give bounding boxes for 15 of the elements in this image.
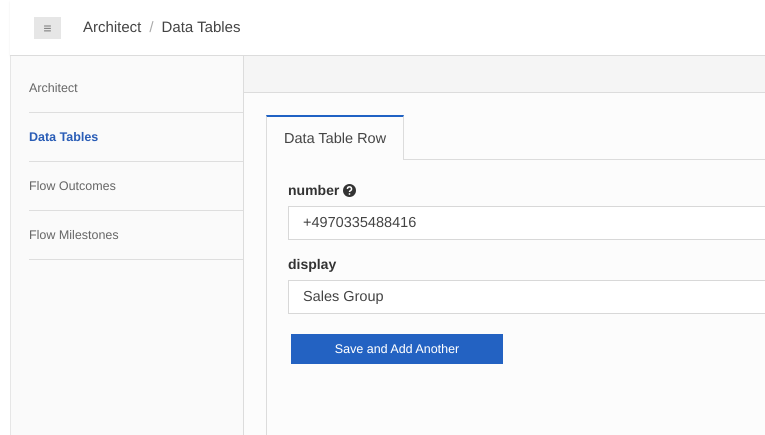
breadcrumb-separator: / <box>149 19 154 36</box>
sidebar-item[interactable]: Flow Milestones <box>29 211 243 260</box>
tab[interactable]: Data Table Row <box>266 115 404 160</box>
breadcrumb-link[interactable]: Data Tables <box>162 19 240 36</box>
help-icon[interactable] <box>343 184 356 196</box>
sidebar-item[interactable]: Data Tables <box>29 113 243 162</box>
input-field[interactable]: Sales Group <box>288 280 765 314</box>
input-field[interactable]: +4970335488416 <box>288 206 765 240</box>
field-label: number <box>288 182 340 198</box>
field-label: display <box>288 256 336 272</box>
sidebar-item[interactable]: Architect <box>29 64 243 113</box>
sidebar-item[interactable]: Flow Outcomes <box>29 162 243 211</box>
menu-button[interactable]: ≡ <box>34 16 61 38</box>
save-and-add-button[interactable]: Save and Add Another <box>291 334 503 364</box>
breadcrumb-link[interactable]: Architect <box>83 19 142 36</box>
